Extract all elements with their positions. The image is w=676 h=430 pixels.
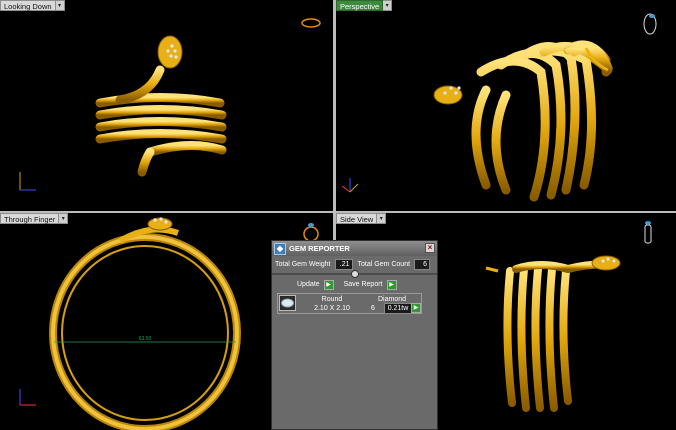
splitter[interactable] xyxy=(272,270,437,278)
viewport-selector[interactable]: Looking Down ▾ xyxy=(0,0,65,11)
chevron-down-icon[interactable]: ▾ xyxy=(383,0,393,11)
close-icon[interactable]: × xyxy=(425,243,435,253)
ring-thumbnail-icon xyxy=(643,13,657,35)
viewport-looking-down[interactable]: Looking Down ▾ xyxy=(0,0,333,211)
viewport-name: Side View xyxy=(336,213,378,224)
ring-thumbnail-icon xyxy=(303,223,319,242)
total-gem-count-label: Total Gem Count xyxy=(357,261,411,268)
viewport-name: Looking Down xyxy=(0,0,56,11)
gem-size: 2.10 X 2.10 xyxy=(314,305,350,312)
save-report-button[interactable]: ▶ xyxy=(386,279,397,290)
update-button[interactable]: ▶ xyxy=(323,279,334,290)
update-label: Update xyxy=(297,281,320,288)
ring-thumbnail-icon xyxy=(644,221,652,244)
ring-thumbnail-icon xyxy=(301,18,321,28)
splitter-handle[interactable] xyxy=(351,270,359,278)
snake-ring-perspective-view xyxy=(341,13,657,202)
snake-ring-top-view xyxy=(19,18,321,191)
total-gem-count-field: 6 xyxy=(414,259,431,270)
round-gem-icon xyxy=(279,295,296,311)
gem-reporter-title: GEM REPORTER xyxy=(289,244,350,253)
viewport-selector[interactable]: Perspective ▾ xyxy=(336,0,393,11)
gem-reporter-titlebar[interactable]: ◆ GEM REPORTER × xyxy=(272,241,437,256)
chevron-down-icon[interactable]: ▾ xyxy=(55,0,65,11)
save-report-label: Save Report xyxy=(343,281,383,288)
axis-triad-icon xyxy=(19,172,36,191)
totals-row: Total Gem Weight .21 Total Gem Count 6 xyxy=(275,259,434,270)
viewport-name: Perspective xyxy=(336,0,384,11)
gem-count: 6 xyxy=(371,305,375,312)
viewport-selector[interactable]: Through Finger ▾ xyxy=(0,213,69,224)
gem-table-row[interactable]: Round 2.10 X 2.10 Diamond 6 0.21tw ▶ xyxy=(277,293,422,314)
gem-details-button[interactable]: ▶ xyxy=(411,303,421,313)
total-gem-weight-label: Total Gem Weight xyxy=(275,261,331,268)
actions-row: Update ▶ Save Report ▶ xyxy=(275,279,434,290)
total-gem-weight-field: .21 xyxy=(334,259,353,270)
viewport-name: Through Finger xyxy=(0,213,60,224)
gem-shape: Round xyxy=(321,296,343,303)
viewport-selector[interactable]: Side View ▾ xyxy=(336,213,387,224)
gem-weight: 0.21tw xyxy=(384,303,412,314)
chevron-down-icon[interactable]: ▾ xyxy=(59,213,69,224)
axis-triad-icon xyxy=(341,178,359,193)
gem-reporter-panel[interactable]: ◆ GEM REPORTER × Total Gem Weight .21 To… xyxy=(271,240,438,430)
gem-reporter-app-icon: ◆ xyxy=(274,242,286,255)
axis-triad-icon xyxy=(19,389,36,406)
diameter-measurement: 63.50 xyxy=(139,336,152,342)
viewport-perspective[interactable]: Perspective ▾ xyxy=(336,0,676,211)
chevron-down-icon[interactable]: ▾ xyxy=(377,213,387,224)
